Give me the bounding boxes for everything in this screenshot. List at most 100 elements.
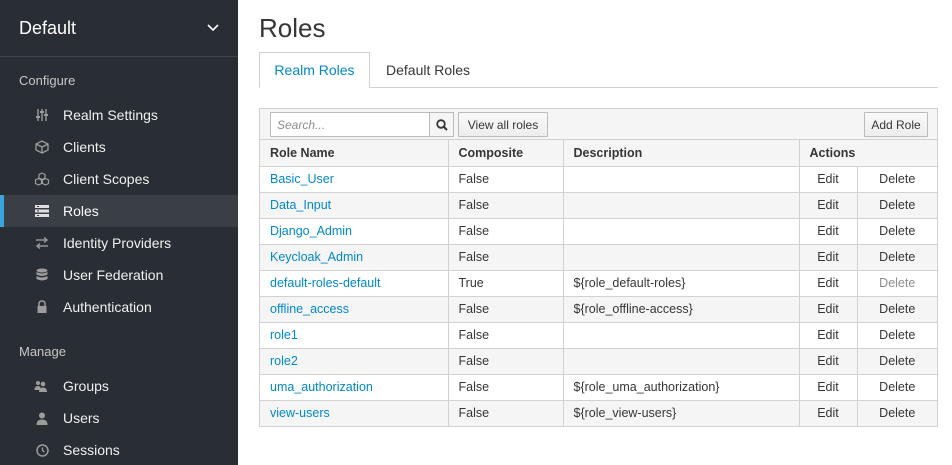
table-row: role2 False Edit Delete [260, 348, 937, 375]
users-icon [34, 378, 50, 394]
delete-button[interactable]: Delete [857, 218, 937, 245]
edit-button[interactable]: Edit [799, 270, 858, 297]
sidebar-item-user-federation[interactable]: User Federation [0, 259, 238, 291]
composite-cell: False [448, 218, 564, 245]
sidebar-item-label: Roles [63, 203, 99, 219]
composite-cell: False [448, 296, 564, 323]
delete-button[interactable]: Delete [857, 192, 937, 219]
role-name-link[interactable]: default-roles-default [260, 270, 449, 297]
exchange-icon [34, 235, 50, 251]
manage-section-label: Manage [19, 344, 66, 359]
description-cell: ${role_view-users} [563, 400, 800, 426]
lock-icon [34, 299, 50, 315]
composite-cell: False [448, 374, 564, 401]
configure-section-label: Configure [19, 73, 76, 88]
description-cell [563, 244, 800, 271]
table-row: Django_Admin False Edit Delete [260, 218, 937, 245]
sidebar-item-label: Clients [63, 139, 106, 155]
description-cell: ${role_default-roles} [563, 270, 800, 297]
sidebar-item-label: Identity Providers [63, 235, 172, 251]
composite-cell: False [448, 348, 564, 375]
role-name-link[interactable]: role2 [260, 348, 449, 375]
edit-button[interactable]: Edit [799, 166, 858, 193]
sidebar-item-identity-providers[interactable]: Identity Providers [0, 227, 238, 259]
cube-icon [34, 139, 50, 155]
roles-table-container: View all roles Add Role Role Name Compos… [259, 108, 938, 427]
table-header-row: Role Name Composite Description Actions [260, 140, 937, 167]
sidebar-item-users[interactable]: Users [0, 402, 238, 434]
role-name-link[interactable]: Data_Input [260, 192, 449, 219]
table-row: Data_Input False Edit Delete [260, 192, 937, 219]
list-icon [34, 203, 50, 219]
sidebar-item-label: Users [63, 410, 100, 426]
cubes-icon [34, 171, 50, 187]
add-role-button[interactable]: Add Role [864, 112, 928, 137]
column-header-role-name: Role Name [260, 140, 449, 167]
role-name-link[interactable]: Basic_User [260, 166, 449, 193]
realm-name: Default [19, 17, 77, 38]
sidebar-item-client-scopes[interactable]: Client Scopes [0, 163, 238, 195]
sidebar-item-clients[interactable]: Clients [0, 131, 238, 163]
edit-button[interactable]: Edit [799, 374, 858, 401]
role-name-link[interactable]: offline_access [260, 296, 449, 323]
composite-cell: False [448, 322, 564, 349]
description-cell [563, 192, 800, 219]
description-cell [563, 218, 800, 245]
role-name-link[interactable]: role1 [260, 322, 449, 349]
column-header-actions: Actions [799, 140, 937, 167]
tab-realm-roles[interactable]: Realm Roles [259, 52, 370, 88]
table-row: view-users False ${role_view-users} Edit Del… [260, 400, 937, 426]
sidebar-item-label: Groups [63, 378, 109, 394]
composite-cell: False [448, 192, 564, 219]
delete-button[interactable]: Delete [857, 322, 937, 349]
role-name-link[interactable]: Django_Admin [260, 218, 449, 245]
roles-table: Role Name Composite Description Actions … [260, 140, 937, 426]
sidebar-item-label: Client Scopes [63, 171, 150, 187]
delete-button[interactable]: Delete [857, 166, 937, 193]
edit-button[interactable]: Edit [799, 218, 858, 245]
role-name-link[interactable]: view-users [260, 400, 449, 426]
description-cell: ${role_uma_authorization} [563, 374, 800, 401]
sidebar-item-roles[interactable]: Roles [0, 195, 238, 227]
delete-button: Delete [857, 270, 937, 297]
delete-button[interactable]: Delete [857, 400, 937, 426]
sliders-icon [34, 107, 50, 123]
sidebar-item-realm-settings[interactable]: Realm Settings [0, 99, 238, 131]
delete-button[interactable]: Delete [857, 348, 937, 375]
view-all-roles-button[interactable]: View all roles [458, 112, 548, 137]
edit-button[interactable]: Edit [799, 192, 858, 219]
role-name-link[interactable]: uma_authorization [260, 374, 449, 401]
tab-default-roles[interactable]: Default Roles [386, 52, 470, 88]
sidebar-item-label: Sessions [63, 442, 120, 458]
edit-button[interactable]: Edit [799, 244, 858, 271]
description-cell [563, 166, 800, 193]
sidebar-item-sessions[interactable]: Sessions [0, 434, 238, 465]
main-content: Roles Realm Roles Default Roles View all… [238, 0, 952, 465]
edit-button[interactable]: Edit [799, 322, 858, 349]
edit-button[interactable]: Edit [799, 348, 858, 375]
search-button[interactable] [429, 112, 454, 137]
sidebar-item-label: Authentication [63, 299, 152, 315]
delete-button[interactable]: Delete [857, 244, 937, 271]
table-row: Basic_User False Edit Delete [260, 166, 937, 193]
chevron-down-icon [207, 22, 219, 34]
edit-button[interactable]: Edit [799, 400, 858, 426]
description-cell [563, 348, 800, 375]
composite-cell: False [448, 244, 564, 271]
composite-cell: True [448, 270, 564, 297]
column-header-composite: Composite [448, 140, 564, 167]
search-input[interactable] [270, 112, 430, 137]
edit-button[interactable]: Edit [799, 296, 858, 323]
database-icon [34, 267, 50, 283]
table-row: uma_authorization False ${role_uma_authori… [260, 374, 937, 401]
page-title: Roles [259, 13, 326, 43]
composite-cell: False [448, 400, 564, 426]
role-name-link[interactable]: Keycloak_Admin [260, 244, 449, 271]
delete-button[interactable]: Delete [857, 374, 937, 401]
sidebar-item-groups[interactable]: Groups [0, 370, 238, 402]
composite-cell: False [448, 166, 564, 193]
realm-selector[interactable]: Default [0, 0, 238, 57]
sidebar-item-authentication[interactable]: Authentication [0, 291, 238, 323]
clock-icon [34, 442, 50, 458]
delete-button[interactable]: Delete [857, 296, 937, 323]
